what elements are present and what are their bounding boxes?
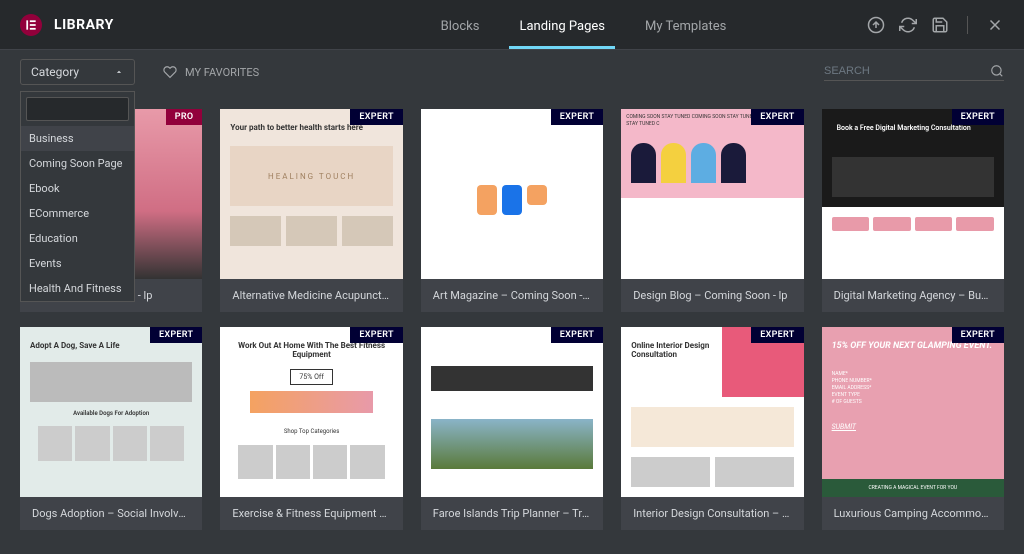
template-title: Dogs Adoption – Social Involveme... [20,497,202,530]
category-item-education[interactable]: Education [21,226,134,251]
category-search-input[interactable] [26,97,129,121]
search-input[interactable] [824,65,980,77]
search-container [824,64,1004,81]
template-title: Luxurious Camping Accommodati... [822,497,1004,530]
toolbar: Category Business Coming Soon Page Ebook… [0,50,1024,94]
template-card[interactable]: Your path to better health starts hereHE… [220,109,402,312]
template-card[interactable]: Adopt A Dog, Save A LifeAvailable Dogs F… [20,327,202,530]
library-title: LIBRARY [54,17,114,33]
divider [967,16,968,34]
tab-my-templates[interactable]: My Templates [635,19,736,49]
expert-badge: EXPERT [350,109,402,125]
pro-badge: PRO [166,109,203,125]
category-item-events[interactable]: Events [21,251,134,276]
template-title: Design Blog – Coming Soon - lp [621,279,803,312]
heart-icon [163,65,177,79]
category-dropdown-menu: Business Coming Soon Page Ebook ECommerc… [20,91,135,302]
my-favorites-button[interactable]: MY FAVORITES [163,65,259,79]
logo-section: LIBRARY [20,14,300,36]
expert-badge: EXPERT [952,327,1004,343]
expert-badge: EXPERT [952,109,1004,125]
sync-icon[interactable] [899,16,917,34]
category-item-ebook[interactable]: Ebook [21,176,134,201]
tab-blocks[interactable]: Blocks [431,19,490,49]
expert-badge: EXPERT [150,327,202,343]
header-tabs: Blocks Landing Pages My Templates [300,10,867,40]
template-card[interactable]: Online Interior Design ConsultationEXPER… [621,327,803,530]
template-card[interactable]: Work Out At Home With The Best Fitness E… [220,327,402,530]
template-card[interactable]: FAROE ISLANDSPLANNING YOUR DREAM TRIP?EX… [421,327,603,530]
template-card[interactable]: COMING SOON STAY TUNED COMING SOON STAY … [621,109,803,312]
elementor-logo-icon [20,14,42,36]
upload-icon[interactable] [867,16,885,34]
category-item-coming-soon[interactable]: Coming Soon Page [21,151,134,176]
chevron-up-icon [114,67,124,77]
save-icon[interactable] [931,16,949,34]
template-title: Digital Marketing Agency – Busine... [822,279,1004,312]
template-title: Exercise & Fitness Equipment – e... [220,497,402,530]
category-dropdown: Category Business Coming Soon Page Ebook… [20,59,135,85]
template-grid-row2: Adopt A Dog, Save A LifeAvailable Dogs F… [0,327,1024,545]
search-icon [990,64,1004,78]
template-card[interactable]: Book a Free Digital Marketing Consultati… [822,109,1004,312]
template-title: Art Magazine – Coming Soon - lp [421,279,603,312]
category-item-health[interactable]: Health And Fitness [21,276,134,301]
expert-badge: EXPERT [551,327,603,343]
category-trigger[interactable]: Category [20,59,135,85]
template-title: Interior Design Consultation – Onli... [621,497,803,530]
favorites-label: MY FAVORITES [185,66,259,79]
template-card[interactable]: 15% OFF YOUR NEXT GLAMPING EVENT.NAME* P… [822,327,1004,530]
close-icon[interactable] [986,16,1004,34]
category-label: Category [31,65,79,79]
expert-badge: EXPERT [350,327,402,343]
template-grid-row1: PRO Luxury Car – Product - lp Your path … [0,94,1024,327]
library-header: LIBRARY Blocks Landing Pages My Template… [0,0,1024,50]
expert-badge: EXPERT [551,109,603,125]
expert-badge: EXPERT [751,109,803,125]
template-title: Faroe Islands Trip Planner – Travel... [421,497,603,530]
tab-landing-pages[interactable]: Landing Pages [509,19,615,49]
category-item-ecommerce[interactable]: ECommerce [21,201,134,226]
expert-badge: EXPERT [751,327,803,343]
template-card[interactable]: Coming SoonEXPERT Art Magazine – Coming … [421,109,603,312]
header-actions [867,16,1004,34]
template-title: Alternative Medicine Acupuncture ... [220,279,402,312]
category-item-business[interactable]: Business [21,126,134,151]
